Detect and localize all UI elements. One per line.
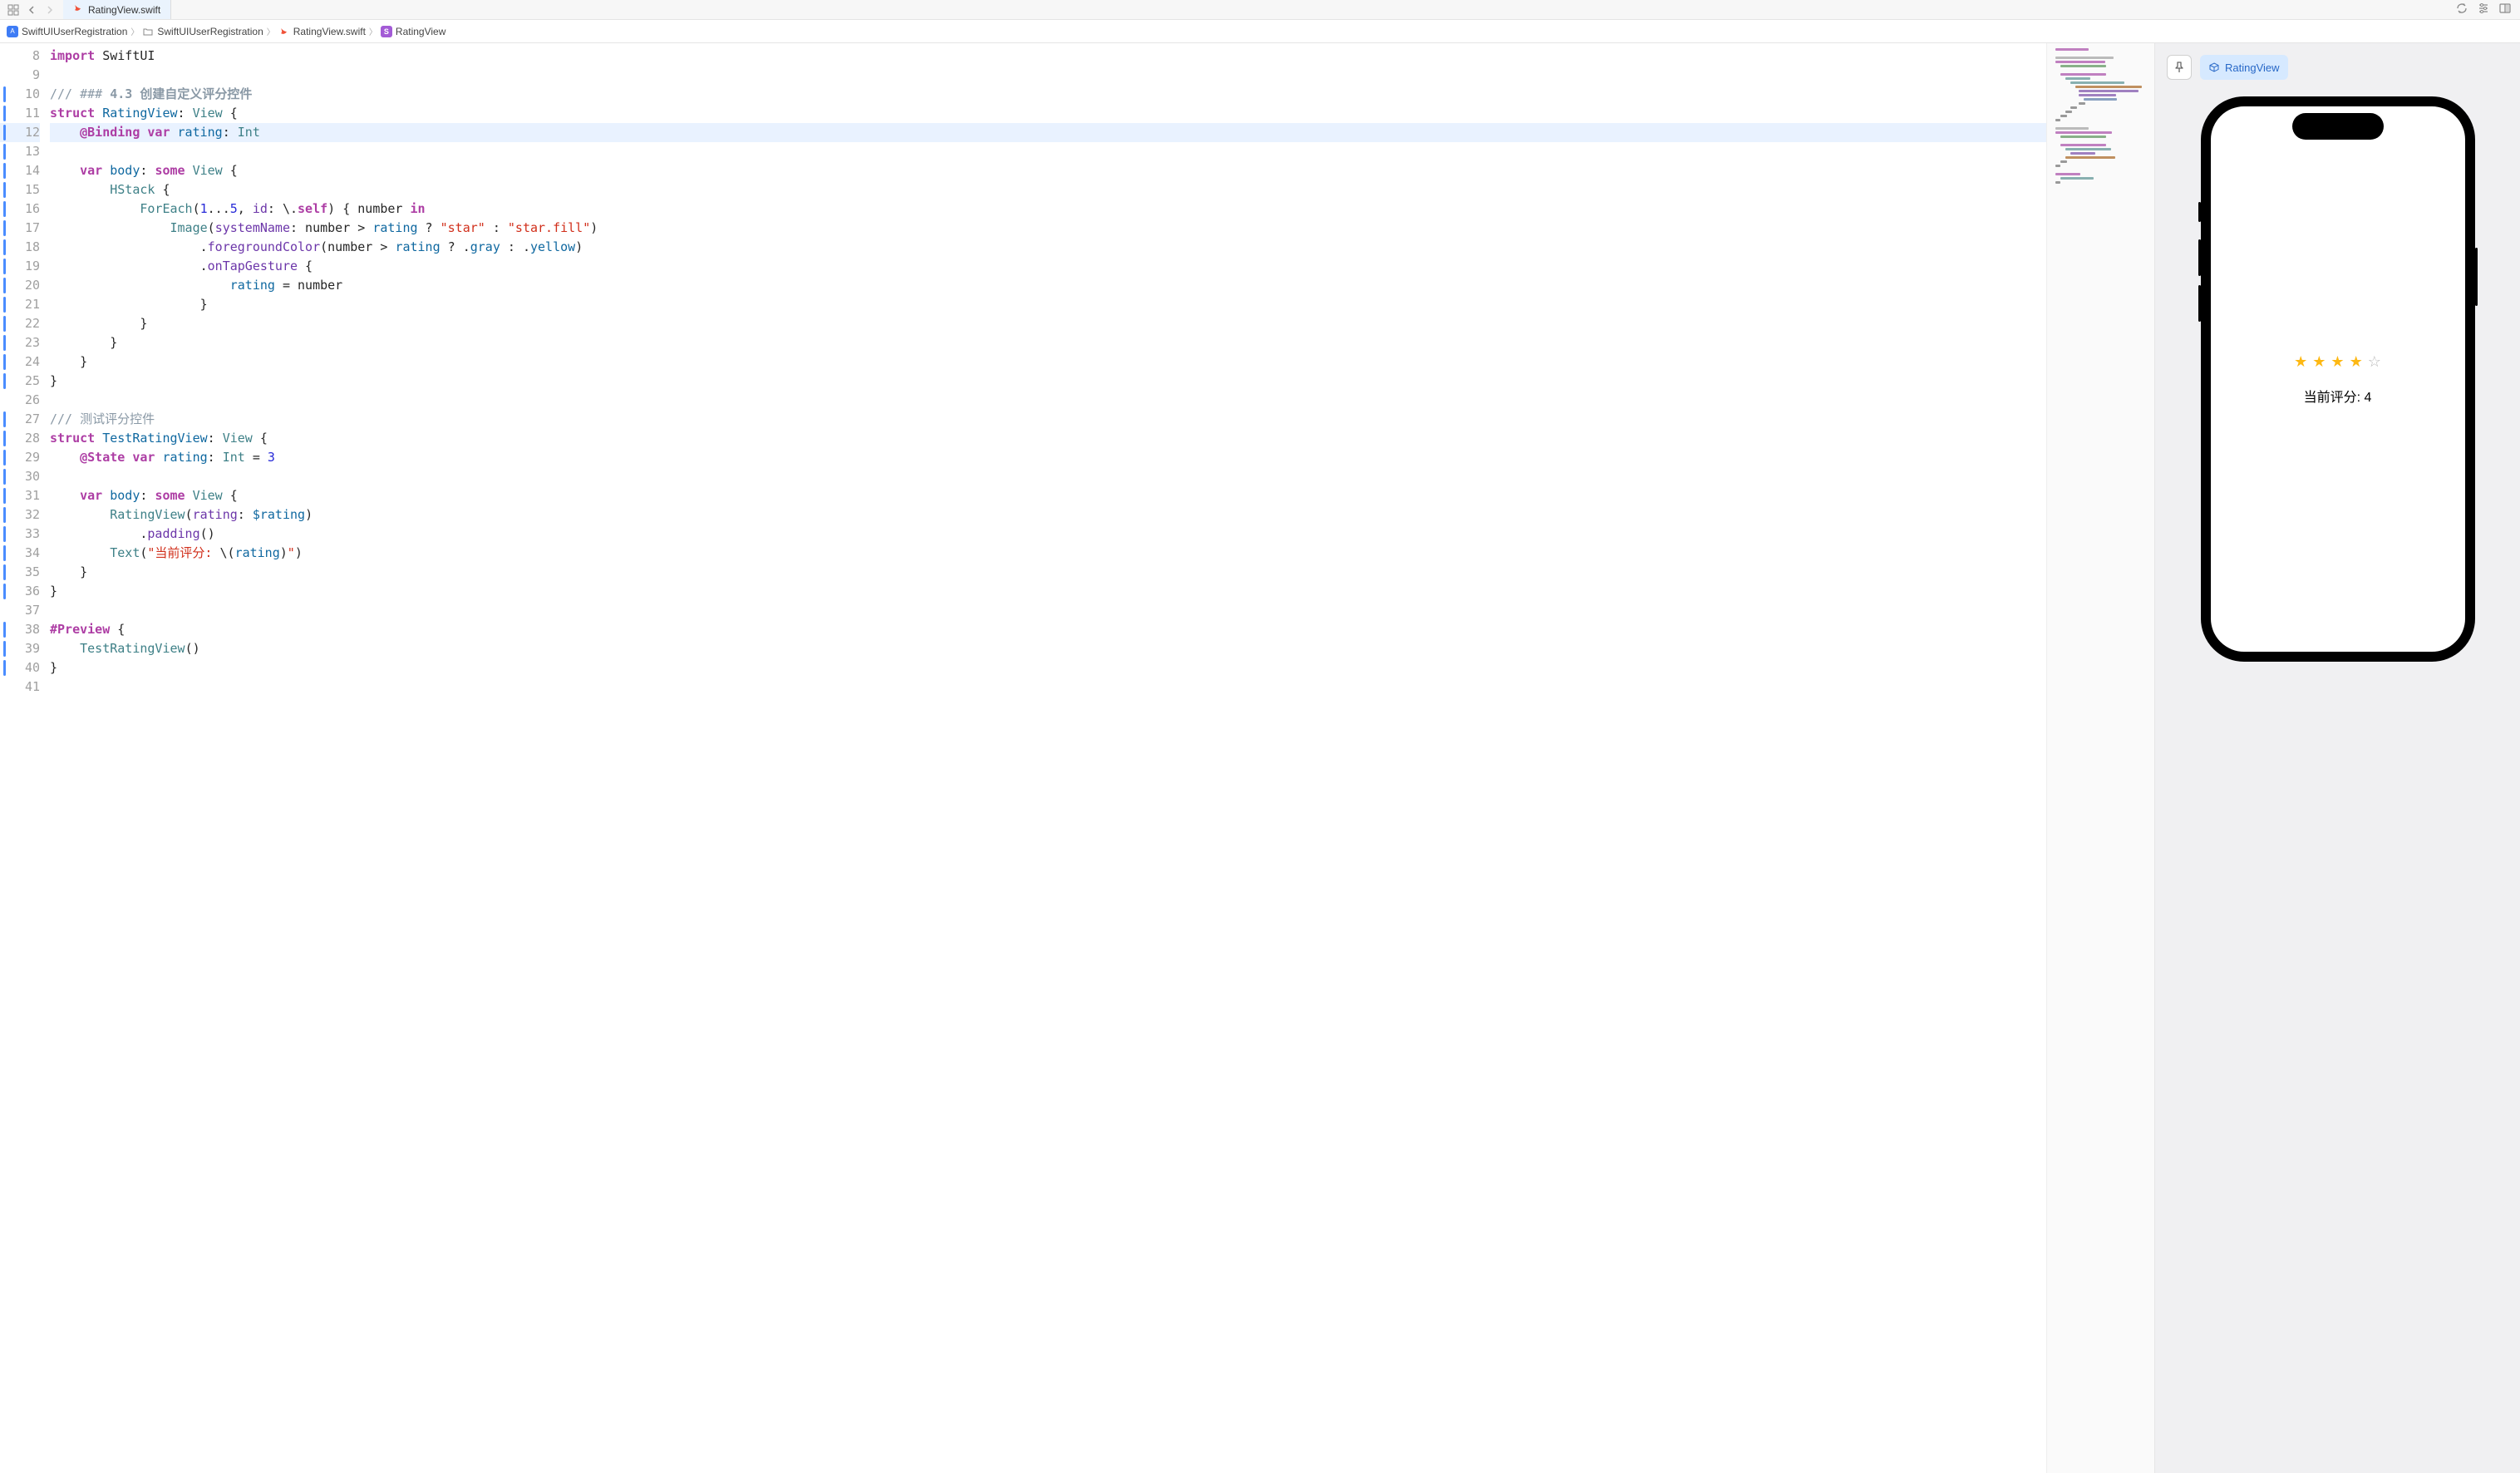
code-editor[interactable]: 8910111213141516171819202122232425262728… — [0, 43, 2154, 1473]
breadcrumb: A SwiftUIUserRegistration 〉 SwiftUIUserR… — [0, 20, 2520, 43]
iphone-preview-device: ★ ★ ★ ★ ☆ 当前评分: 4 — [2201, 96, 2475, 662]
star-filled-icon[interactable]: ★ — [2350, 353, 2363, 371]
breadcrumb-label: RatingView.swift — [293, 26, 366, 37]
breadcrumb-project[interactable]: A SwiftUIUserRegistration — [7, 26, 127, 37]
preview-content: ★ ★ ★ ★ ☆ 当前评分: 4 — [2294, 353, 2381, 406]
star-filled-icon[interactable]: ★ — [2331, 353, 2344, 371]
star-filled-icon[interactable]: ★ — [2312, 353, 2326, 371]
minimap[interactable] — [2046, 43, 2154, 1473]
pin-button[interactable] — [2167, 55, 2192, 80]
line-number-gutter: 8910111213141516171819202122232425262728… — [0, 43, 50, 1473]
preview-controls: RatingView — [2167, 55, 2288, 80]
preview-panel: RatingView ★ ★ ★ ★ ☆ 当前评分: 4 — [2154, 43, 2520, 1473]
split-editor-icon[interactable] — [2498, 2, 2512, 17]
rating-stars[interactable]: ★ ★ ★ ★ ☆ — [2294, 353, 2381, 371]
rating-text: 当前评分: 4 — [2304, 386, 2372, 406]
preview-chip-label: RatingView — [2225, 62, 2280, 74]
star-filled-icon[interactable]: ★ — [2294, 353, 2307, 371]
tab-nav-controls — [0, 0, 63, 19]
file-tab[interactable]: RatingView.swift — [63, 0, 171, 19]
chevron-right-icon: 〉 — [369, 25, 377, 37]
breadcrumb-label: SwiftUIUserRegistration — [157, 26, 263, 37]
folder-icon — [142, 26, 154, 37]
preview-selector[interactable]: RatingView — [2200, 55, 2288, 80]
swift-file-icon — [278, 26, 290, 37]
device-side-button — [2198, 239, 2201, 276]
device-side-button — [2475, 248, 2478, 306]
device-notch — [2292, 113, 2384, 140]
refresh-icon[interactable] — [2455, 2, 2468, 17]
swift-file-icon — [73, 3, 83, 16]
main-area: 8910111213141516171819202122232425262728… — [0, 43, 2520, 1473]
code-content[interactable]: import SwiftUI /// ### 4.3 创建自定义评分控件stru… — [50, 43, 2046, 1473]
breadcrumb-file[interactable]: RatingView.swift — [278, 26, 366, 37]
cube-icon — [2208, 62, 2220, 73]
device-side-button — [2198, 202, 2201, 222]
tab-bar: RatingView.swift — [0, 0, 2520, 20]
struct-icon: S — [381, 26, 392, 37]
chevron-right-icon: 〉 — [267, 25, 275, 37]
back-button[interactable] — [25, 3, 38, 17]
tabbar-right-controls — [2447, 0, 2520, 19]
breadcrumb-symbol[interactable]: S RatingView — [381, 26, 445, 37]
chevron-right-icon: 〉 — [130, 25, 139, 37]
breadcrumb-label: SwiftUIUserRegistration — [22, 26, 127, 37]
tab-title: RatingView.swift — [88, 4, 160, 16]
breadcrumb-folder[interactable]: SwiftUIUserRegistration — [142, 26, 263, 37]
device-side-button — [2198, 285, 2201, 322]
breadcrumb-label: RatingView — [396, 26, 445, 37]
star-empty-icon[interactable]: ☆ — [2368, 353, 2381, 371]
adjust-icon[interactable] — [2477, 2, 2490, 17]
forward-button[interactable] — [43, 3, 57, 17]
related-items-icon[interactable] — [7, 3, 20, 17]
app-icon: A — [7, 26, 18, 37]
